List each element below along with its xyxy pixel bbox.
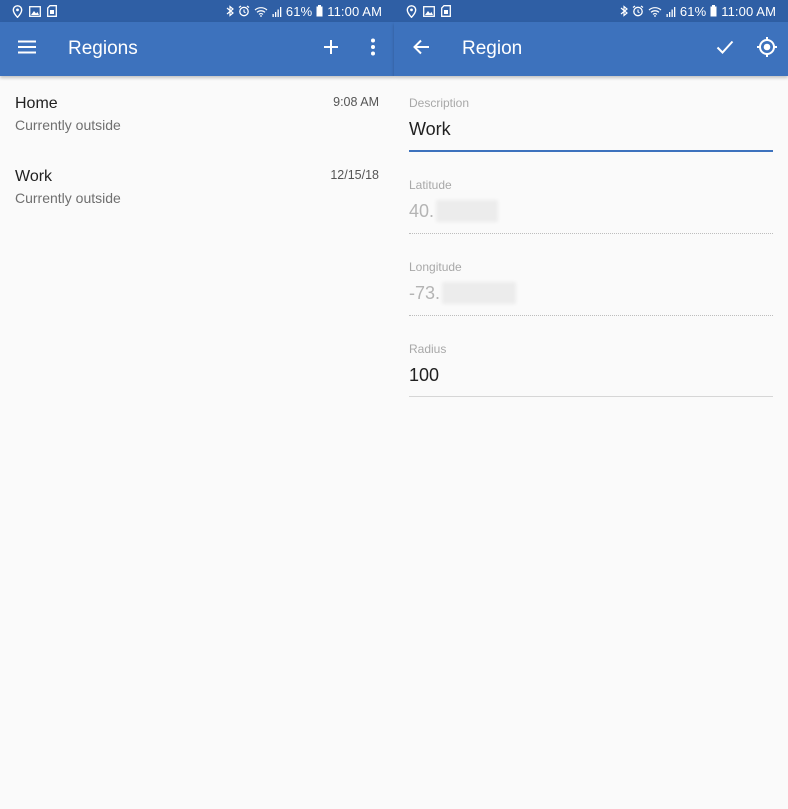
battery-percent: 61% [285,3,313,19]
region-timestamp: 12/15/18 [330,168,379,182]
overflow-menu-button[interactable] [352,22,394,76]
list-item[interactable]: Home Currently outside 9:08 AM [0,82,394,155]
longitude-label: Longitude [409,260,462,274]
add-region-button[interactable] [310,22,352,76]
longitude-value: -73. [409,282,441,303]
radius-label: Radius [409,342,447,356]
back-arrow-icon [412,39,430,60]
regions-list: Home Currently outside 9:08 AM Work Curr… [0,76,394,228]
region-edit-screen: 61% 11:00 AM Region Description Work Lat… [394,0,788,809]
alarm-icon [238,5,250,17]
status-time: 11:00 AM [327,3,382,19]
battery-icon [710,5,717,17]
alarm-icon [632,5,644,17]
radius-field[interactable]: Radius 100 [409,316,773,397]
status-bar-system: 61% 11:00 AM [226,4,382,19]
location-pin-icon [12,4,23,18]
status-bar-system: 61% 11:00 AM [620,4,776,19]
description-label: Description [409,96,470,110]
region-name: Home [15,95,58,112]
radius-underline [409,396,773,397]
latitude-redacted [436,200,499,222]
longitude-redacted [442,282,517,304]
more-vert-icon [370,38,376,61]
signal-icon [272,6,282,17]
battery-icon [316,5,323,17]
app-bar: Regions [0,22,394,76]
menu-button[interactable] [0,22,54,76]
status-bar-notifications [12,4,57,18]
location-pin-icon [406,4,417,18]
wifi-icon [254,6,268,17]
description-input[interactable]: Work [409,117,773,141]
bluetooth-icon [226,5,234,17]
region-form: Description Work Latitude 40. Longitude … [394,76,788,397]
back-button[interactable] [394,22,448,76]
page-title: Region [462,38,523,59]
longitude-field: Longitude -73. [409,234,773,316]
my-location-icon [756,36,778,63]
list-item[interactable]: Work Currently outside 12/15/18 [0,155,394,228]
status-bar-notifications [406,4,451,18]
save-button[interactable] [704,22,746,76]
image-icon [423,5,435,17]
page-title: Regions [68,38,138,59]
status-bar: 61% 11:00 AM [0,0,394,22]
check-icon [716,40,734,59]
region-status: Currently outside [15,117,121,133]
battery-percent: 61% [679,3,707,19]
status-bar: 61% 11:00 AM [394,0,788,22]
add-icon [323,39,339,60]
sd-card-icon [47,5,57,17]
radius-input[interactable]: 100 [409,363,773,387]
region-timestamp: 9:08 AM [333,95,379,109]
status-time: 11:00 AM [721,3,776,19]
description-field[interactable]: Description Work [409,76,773,152]
latitude-label: Latitude [409,178,452,192]
menu-icon [17,39,37,60]
signal-icon [666,6,676,17]
wifi-icon [648,6,662,17]
use-current-location-button[interactable] [746,22,788,76]
image-icon [29,5,41,17]
sd-card-icon [441,5,451,17]
screens-container: 61% 11:00 AM Regions Home Currently outs… [0,0,788,809]
latitude-value: 40. [409,200,435,221]
app-bar: Region [394,22,788,76]
bluetooth-icon [620,5,628,17]
regions-screen: 61% 11:00 AM Regions Home Currently outs… [0,0,394,809]
latitude-field: Latitude 40. [409,152,773,234]
region-name: Work [15,168,53,185]
region-status: Currently outside [15,190,121,206]
